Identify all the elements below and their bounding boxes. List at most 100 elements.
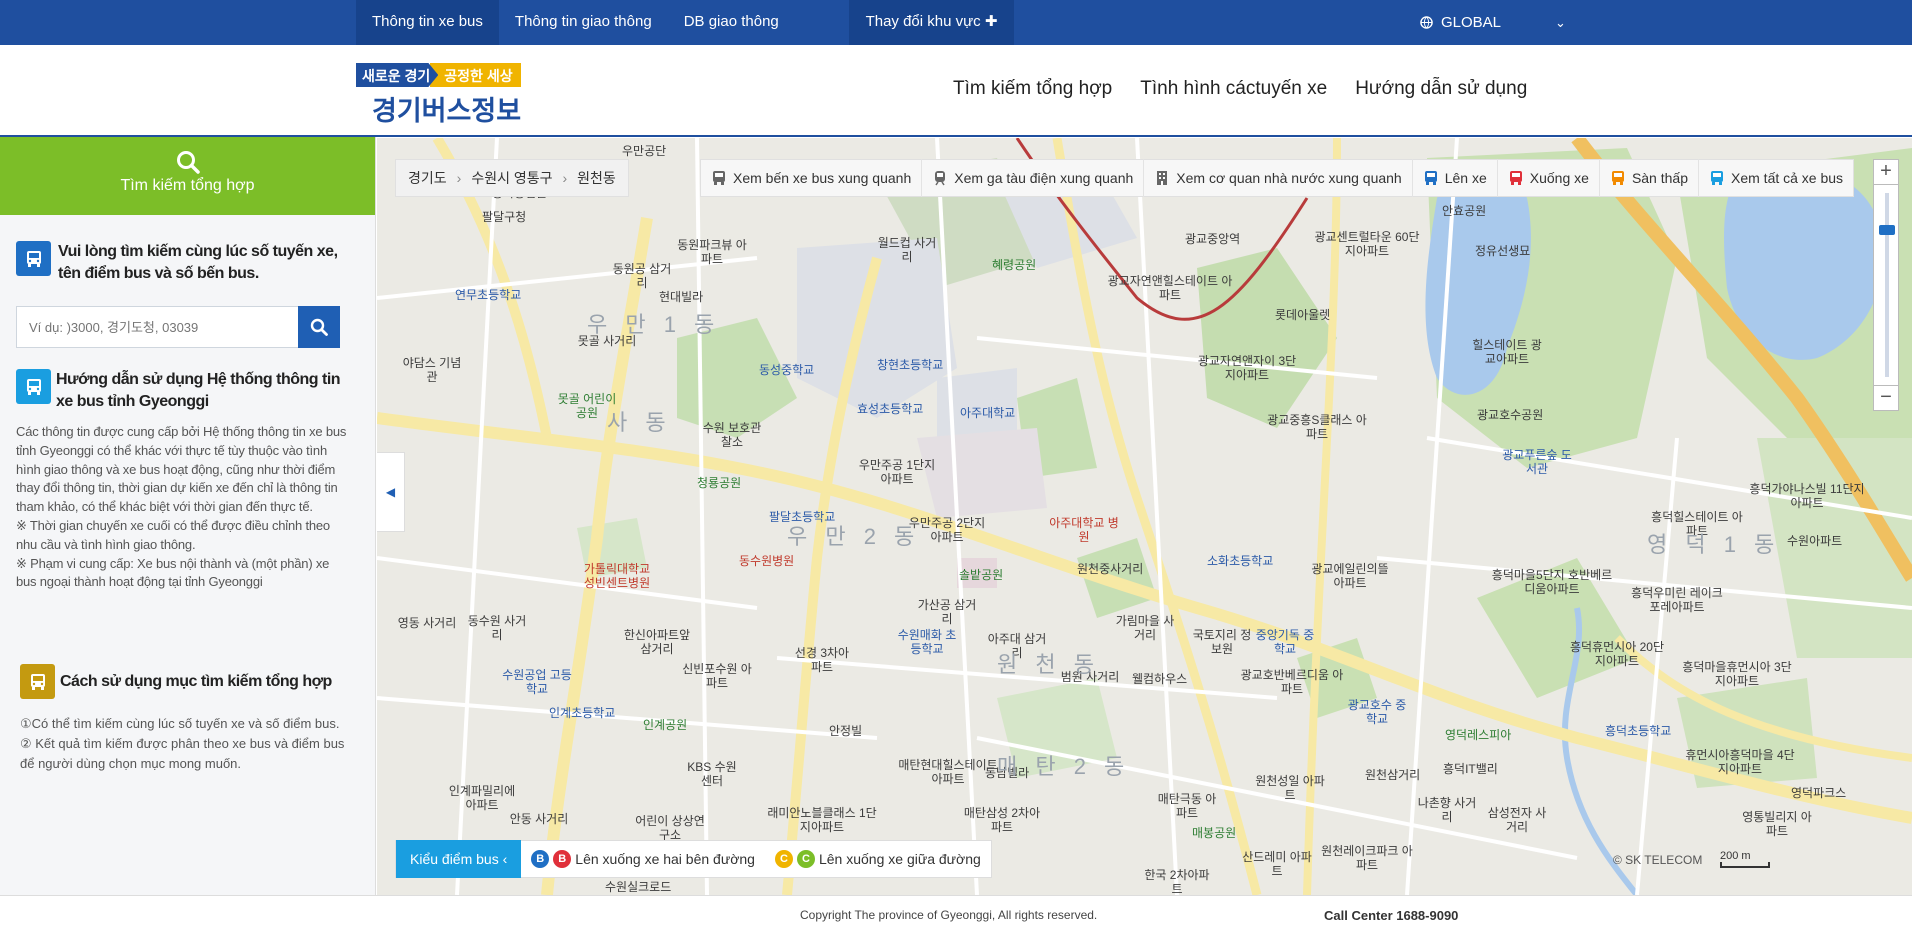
breadcrumb-city[interactable]: 수원시 영통구: [471, 168, 552, 188]
map-label: 영덕파크스: [1791, 786, 1847, 800]
map-label: 우만주공 1단지아파트: [858, 458, 936, 486]
map-label: 동성중학교: [759, 363, 815, 377]
nav-route-status[interactable]: Tình hình cáctuyến xe: [1140, 78, 1327, 100]
search-button[interactable]: [298, 306, 340, 348]
toolbar-low-floor[interactable]: Sàn thấp: [1600, 159, 1699, 197]
map-scale-label: 200 m: [1720, 850, 1751, 862]
district-label: 우 만 2 동: [787, 524, 921, 549]
legend-item-median: C C Lên xuống xe giữa đường: [765, 850, 991, 868]
map-label: 광교중흥S클래스 아파트: [1267, 413, 1367, 441]
map-label: 수원실크로드: [605, 880, 672, 894]
district-label: 사 동: [607, 410, 672, 435]
map-label: 흥덕마을5단지 호반베르디움아파트: [1491, 568, 1613, 596]
map-scale-bar: [1720, 862, 1770, 868]
zoom-slider[interactable]: [1873, 185, 1899, 385]
map-label: 광교자연앤힐스테이트 아파트: [1107, 274, 1233, 302]
toolbar-label: Xem cơ quan nhà nước xung quanh: [1176, 170, 1402, 186]
legend-toggle[interactable]: Kiểu điểm bus ‹: [396, 840, 522, 878]
guide-text: Các thông tin được cung cấp bởi Hệ thống…: [16, 423, 350, 592]
toolbar-label: Xem bến xe bus xung quanh: [733, 170, 912, 186]
map-label: 혜령공원: [992, 258, 1037, 272]
sidebar-collapse-button[interactable]: ◀: [377, 452, 405, 532]
search-icon: [0, 137, 375, 177]
nav-integrated-search[interactable]: Tìm kiếm tổng hợp: [953, 78, 1112, 100]
map-label: 한국 2차아파트: [1144, 868, 1210, 895]
map-label: 선경 3차아파트: [794, 646, 850, 674]
search-input[interactable]: [16, 306, 298, 348]
map-label: 나촌향 사거리: [1417, 796, 1477, 824]
toolbar-nearby-public-offices[interactable]: Xem cơ quan nhà nước xung quanh: [1144, 159, 1413, 197]
map-view[interactable]: 우만공단 동북공심론 동원파크뷰 아파트 현대빌라 동성중학교 월드컵 사거리 …: [377, 138, 1912, 895]
map-label: 광교푸른숲 도서관: [1502, 448, 1572, 476]
toolbar-label: Xuống xe: [1529, 170, 1589, 186]
zoom-out-button[interactable]: −: [1873, 385, 1899, 411]
map-label: 현대빌라: [659, 290, 704, 304]
map-label: 팔달초등학교: [769, 510, 836, 524]
site-header: 새로운 경기 공정한 세상 경기버스정보 Tìm kiếm tổng hợp T…: [0, 45, 1912, 137]
toolbar-alighting[interactable]: Xuống xe: [1498, 159, 1600, 197]
toolbar-boarding[interactable]: Lên xe: [1413, 159, 1498, 197]
top-nav-traffic-db[interactable]: DB giao thông: [668, 0, 795, 45]
bus-stop-type-legend: Kiểu điểm bus ‹ B B Lên xuống xe hai bên…: [395, 840, 992, 878]
map-label: 아주대학교 병원: [1049, 516, 1119, 544]
train-icon: [935, 171, 946, 186]
search-icon: [310, 318, 328, 336]
toolbar-nearby-bus-stops[interactable]: Xem bến xe bus xung quanh: [701, 159, 923, 197]
map-label: 안효공원: [1442, 204, 1487, 218]
top-nav-bus-info[interactable]: Thông tin xe bus: [356, 0, 499, 45]
map-label: 수원아파트: [1787, 534, 1843, 548]
toolbar-nearby-stations[interactable]: Xem ga tàu điện xung quanh: [922, 159, 1145, 197]
legend-badge-blue: B: [531, 850, 550, 868]
legend-item-label: Lên xuống xe giữa đường: [818, 851, 981, 867]
search-sidebar: Tìm kiếm tổng hợp Vui lòng tìm kiếm cùng…: [0, 137, 376, 895]
map-label: 소화초등학교: [1207, 554, 1274, 568]
map-label: 가림마을 사거리: [1115, 614, 1175, 642]
map-label: 신빈포수원 아파트: [682, 662, 752, 690]
sidebar-title: Tìm kiếm tổng hợp: [120, 177, 255, 194]
map-label: 동수원병원: [739, 554, 795, 568]
toolbar-all-buses[interactable]: Xem tất cả xe bus: [1699, 159, 1853, 197]
guide-note-last-bus: ※ Thời gian chuyến xe cuối có thể được đ…: [16, 517, 330, 552]
chevron-right-icon: ›: [456, 170, 462, 186]
map-label: 광교에일린의뜰 아파트: [1311, 562, 1389, 590]
map-label: 한신아파트앞 삼거리: [623, 628, 691, 656]
zoom-in-button[interactable]: +: [1873, 159, 1899, 185]
map-label: 광교호수공원: [1477, 408, 1544, 422]
usage-item-1: ①Có thể tìm kiếm cùng lúc số tuyến xe và…: [20, 716, 340, 731]
map-label: 정유선생묘: [1475, 244, 1531, 258]
search-instruction: Vui lòng tìm kiếm cùng lúc số tuyến xe, …: [58, 243, 338, 282]
map-label: 인계초등학교: [549, 706, 616, 720]
map-label: 휴먼시아흥덕마을 4단지아파트: [1685, 748, 1795, 776]
bus-icon: [1711, 171, 1723, 185]
change-region-button[interactable]: Thay đổi khu vực ✚: [849, 0, 1014, 45]
map-label: 광교호반베르디움 아파트: [1240, 668, 1344, 696]
toolbar-label: Xem tất cả xe bus: [1731, 170, 1844, 186]
map-label: 흥덕휴먼시아 20단지아파트: [1570, 640, 1664, 668]
call-center: Call Center 1688-9090: [1324, 908, 1459, 923]
map-label: 매탄삼성 2차아파트: [963, 806, 1041, 834]
language-label: GLOBAL: [1441, 13, 1502, 31]
map-label: 원천레이크파크 아파트: [1321, 844, 1413, 872]
map-label: 수원공업 고등학교: [502, 668, 572, 696]
legend-badge-red: B: [553, 850, 572, 868]
chevron-down-icon: ⌄: [1555, 14, 1566, 30]
gyeonggi-bus-logo[interactable]: 새로운 경기 공정한 세상 경기버스정보: [356, 63, 541, 126]
map-label: 래미안노블클래스 1단지아파트: [767, 806, 877, 834]
zoom-slider-handle[interactable]: [1879, 225, 1895, 235]
language-selector[interactable]: GLOBAL ⌄: [1420, 0, 1566, 45]
legend-badge-yellow: C: [774, 850, 793, 868]
top-nav-traffic-info[interactable]: Thông tin giao thông: [499, 0, 668, 45]
nav-user-guide[interactable]: Hướng dẫn sử dụng: [1355, 78, 1527, 100]
map-label: 동수원 사거리: [467, 614, 527, 642]
sidebar-header: Tìm kiếm tổng hợp: [0, 137, 375, 215]
map-label: 흥덕초등학교: [1605, 724, 1672, 738]
site-footer: Copyright The province of Gyeonggi, All …: [0, 895, 1912, 935]
breadcrumb-neighborhood[interactable]: 원천동: [577, 168, 616, 188]
map-label: 인계파밀리에 아파트: [448, 784, 516, 812]
map-label: 창현초등학교: [877, 358, 944, 372]
breadcrumb-province[interactable]: 경기도: [408, 168, 447, 188]
map-label: 안동 사거리: [509, 812, 569, 826]
map-label: 야담스 기념관: [402, 356, 462, 384]
bus-icon: [20, 664, 55, 699]
map-label: 광교중앙역: [1185, 232, 1241, 246]
